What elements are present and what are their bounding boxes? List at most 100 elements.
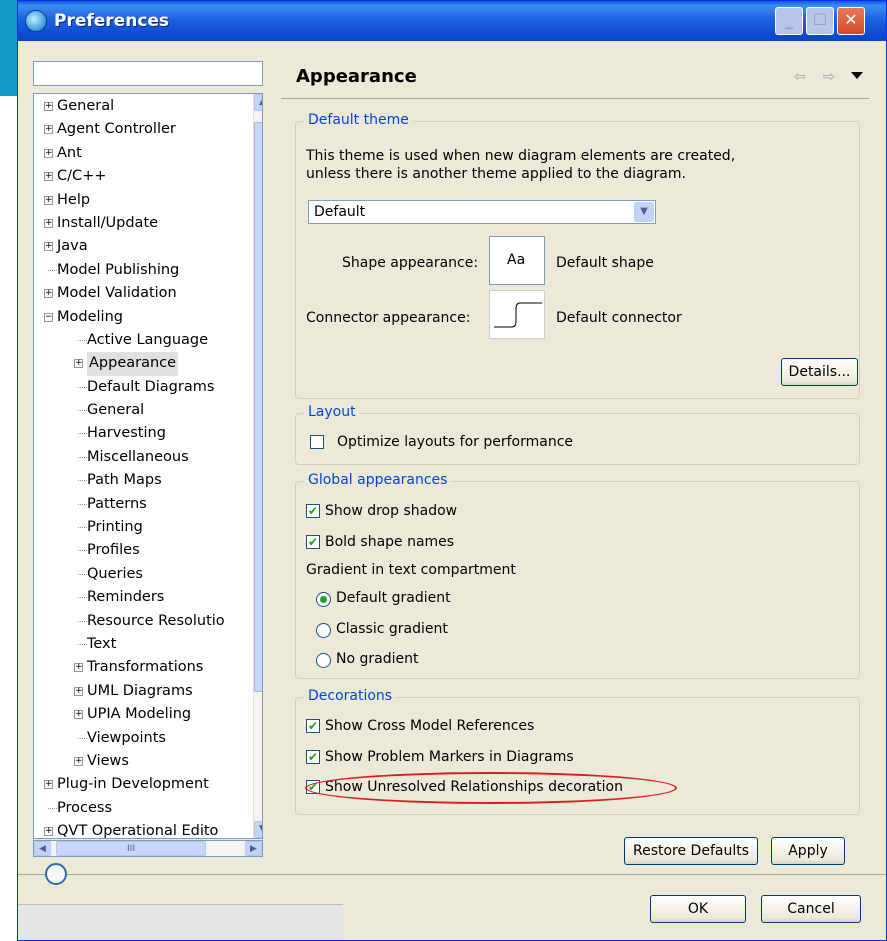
view-menu-icon[interactable] — [851, 72, 863, 79]
preferences-window: Preferences _ ☐ ✕ + General + Agent Control… — [17, 0, 887, 941]
theme-description-line2: unless there is another theme applied to… — [306, 166, 686, 182]
shape-preview[interactable]: Aa — [489, 236, 545, 285]
expand-icon[interactable]: + — [44, 125, 53, 135]
expand-icon[interactable]: + — [44, 780, 53, 790]
tree-connector-line — [78, 433, 87, 435]
tree-item-label: Viewpoints — [87, 729, 166, 746]
tree-item[interactable]: Active Language — [34, 329, 244, 352]
chevron-down-icon[interactable]: ▼ — [634, 202, 654, 222]
footer-strip — [18, 904, 343, 940]
scroll-left-button[interactable]: ◀ — [34, 841, 51, 856]
tree-item[interactable]: + UPIA Modeling — [34, 703, 244, 726]
global-appearances-group: Global appearances ✔ Show drop shadow ✔ … — [295, 472, 860, 679]
tree-item[interactable]: + General — [34, 95, 244, 118]
tree-item[interactable]: + Appearance — [34, 352, 244, 376]
tree-item[interactable]: Model Publishing — [34, 259, 244, 282]
tree-item[interactable]: + UML Diagrams — [34, 680, 244, 703]
cross-model-checkbox[interactable]: ✔ — [306, 719, 320, 733]
cancel-button[interactable]: Cancel — [761, 895, 861, 923]
tree-item[interactable]: Printing — [34, 516, 244, 539]
tree-item-label: Appearance — [87, 352, 179, 376]
tree-item[interactable]: + Java — [34, 235, 244, 258]
connector-preview[interactable] — [489, 290, 545, 339]
filter-input[interactable] — [33, 61, 263, 86]
bold-names-checkbox[interactable]: ✔ — [306, 535, 320, 549]
expand-icon[interactable]: + — [74, 359, 83, 369]
drop-shadow-checkbox[interactable]: ✔ — [306, 504, 320, 518]
optimize-layouts-checkbox[interactable] — [310, 435, 324, 449]
expand-icon[interactable]: + — [74, 756, 83, 766]
ok-button[interactable]: OK — [650, 895, 746, 923]
apply-button[interactable]: Apply — [771, 837, 845, 865]
tree-item[interactable]: Resource Resolutio — [34, 610, 244, 633]
tree-item[interactable]: Reminders — [34, 586, 244, 609]
tree-item[interactable]: Harvesting — [34, 422, 244, 445]
bold-names-label: Bold shape names — [325, 534, 455, 550]
tree-item[interactable]: + Model Validation — [34, 282, 244, 305]
expand-icon[interactable]: + — [44, 148, 53, 158]
expand-icon[interactable]: + — [74, 663, 83, 673]
expand-icon[interactable]: + — [44, 827, 53, 837]
tree-item[interactable]: + Ant — [34, 142, 244, 165]
tree-item[interactable]: + QVT Operational Edito — [34, 820, 244, 839]
hscroll-thumb[interactable]: III — [56, 841, 206, 856]
scroll-right-button[interactable]: ▶ — [245, 841, 262, 856]
tree-item[interactable]: General — [34, 399, 244, 422]
tree-item-label: General — [57, 98, 115, 114]
tree-item[interactable]: + Plug-in Development — [34, 773, 244, 796]
tree-item[interactable]: Text — [34, 633, 244, 656]
tree-item[interactable]: + Install/Update — [34, 212, 244, 235]
tree-item[interactable]: Viewpoints — [34, 727, 244, 750]
expand-icon[interactable]: + — [74, 710, 83, 720]
no-gradient-radio[interactable] — [316, 653, 331, 668]
tree-item[interactable]: + Transformations — [34, 656, 244, 679]
tree-horizontal-scrollbar[interactable]: ◀ III ▶ — [33, 840, 263, 857]
scroll-thumb[interactable] — [254, 122, 262, 692]
tree-item-label: Help — [57, 191, 91, 208]
scroll-up-button[interactable]: ▲ — [254, 94, 262, 111]
tree-item[interactable]: Default Diagrams — [34, 376, 244, 399]
expand-icon[interactable]: + — [74, 686, 83, 696]
scroll-down-button[interactable]: ▼ — [254, 821, 262, 838]
tree-item[interactable]: + Agent Controller — [34, 118, 244, 141]
expand-icon[interactable]: + — [44, 172, 53, 182]
tree-item-label: Printing — [87, 519, 143, 536]
default-gradient-radio[interactable] — [316, 592, 331, 607]
tree-vertical-scrollbar[interactable]: ▲ ▼ — [253, 94, 262, 838]
collapse-icon[interactable]: − — [44, 312, 53, 322]
tree-item-label: Plug-in Development — [57, 776, 209, 793]
tree-item-label: Default Diagrams — [87, 378, 215, 395]
tree-item[interactable]: Queries — [34, 563, 244, 586]
close-button[interactable]: ✕ — [837, 7, 865, 35]
tree-item[interactable]: Path Maps — [34, 469, 244, 492]
tree-item[interactable]: Patterns — [34, 493, 244, 516]
expand-icon[interactable]: + — [44, 102, 53, 111]
footer-divider — [18, 874, 886, 875]
tree-item[interactable]: + C/C++ — [34, 165, 244, 188]
tree-item[interactable]: Process — [34, 797, 244, 820]
tree-item[interactable]: − Modeling — [34, 306, 244, 329]
tree-item-label: QVT Operational Edito — [57, 823, 219, 839]
connector-default-label: Default connector — [556, 310, 682, 326]
tree-item[interactable]: + Views — [34, 750, 244, 773]
restore-defaults-button[interactable]: Restore Defaults — [624, 837, 758, 865]
maximize-button[interactable]: ☐ — [806, 7, 834, 35]
expand-icon[interactable]: + — [44, 218, 53, 228]
expand-icon[interactable]: + — [44, 289, 53, 299]
layout-title: Layout — [304, 404, 360, 420]
help-icon[interactable] — [45, 863, 67, 885]
tree-item[interactable]: Profiles — [34, 539, 244, 562]
problem-markers-checkbox[interactable]: ✔ — [306, 750, 320, 764]
tree-item-label: Resource Resolutio — [87, 612, 225, 629]
tree-item[interactable]: Miscellaneous — [34, 446, 244, 469]
tree-connector-line — [78, 503, 87, 505]
details-button[interactable]: Details... — [781, 358, 858, 386]
theme-select[interactable]: Default ▼ — [308, 200, 656, 224]
tree-item[interactable]: + Help — [34, 189, 244, 212]
classic-gradient-radio[interactable] — [316, 623, 331, 638]
expand-icon[interactable]: + — [44, 195, 53, 205]
forward-arrow-icon[interactable]: ⇨ — [823, 69, 835, 85]
expand-icon[interactable]: + — [44, 242, 53, 252]
minimize-button[interactable]: _ — [775, 7, 803, 35]
back-arrow-icon[interactable]: ⇦ — [794, 69, 806, 85]
